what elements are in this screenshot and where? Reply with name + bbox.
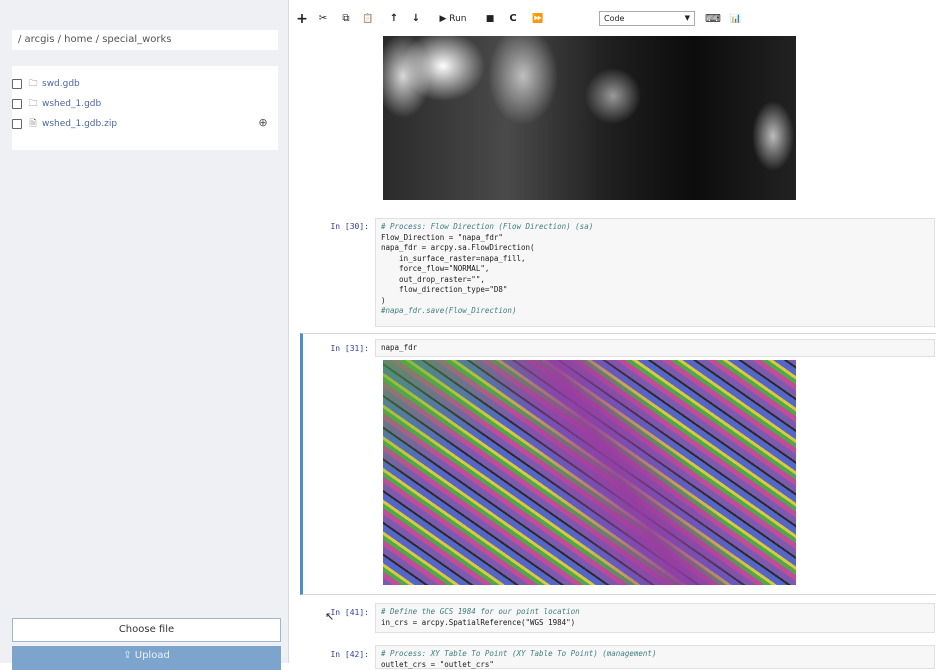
- file-row[interactable]: 🗀 swd.gdb: [12, 75, 278, 93]
- file-row[interactable]: 🗎 wshed_1.gdb.zip ⊕: [12, 115, 278, 133]
- file-browser-panel: / arcgis / home / special_works 🗀 swd.gd…: [0, 0, 289, 670]
- dem-raster-output: [383, 36, 796, 200]
- breadcrumb[interactable]: / arcgis / home / special_works: [12, 30, 278, 50]
- file-row[interactable]: 🗀 wshed_1.gdb: [12, 95, 278, 113]
- code-cell-31[interactable]: napa_fdr: [375, 339, 935, 357]
- cell-prompt: In [31]:: [330, 344, 369, 353]
- stop-icon[interactable]: ■: [484, 11, 496, 27]
- code-line: in_crs = arcpy.SpatialReference("WGS 198…: [381, 617, 576, 627]
- checkbox[interactable]: [12, 99, 22, 109]
- code-line: in_surface_raster=napa_fill,: [381, 253, 526, 263]
- mouse-cursor-icon: ↖: [325, 610, 335, 623]
- notebook-toolbar: + ✂ ⧉ 📋 ↑ ↓ ▶ Run ■ C ⏩ Code ▼ ⌨ 📊: [289, 8, 937, 30]
- chevron-down-icon: ▼: [684, 14, 690, 22]
- code-line: #napa_fdr.save(Flow_Direction): [381, 306, 517, 315]
- file-name[interactable]: swd.gdb: [42, 75, 80, 93]
- code-line: out_drop_raster="",: [381, 274, 485, 284]
- add-circle-icon[interactable]: ⊕: [257, 117, 269, 129]
- run-button[interactable]: ▶ Run: [435, 11, 471, 27]
- checkbox[interactable]: [12, 79, 22, 89]
- notebook-panel: + ✂ ⧉ 📋 ↑ ↓ ▶ Run ■ C ⏩ Code ▼ ⌨ 📊 In [3…: [289, 0, 937, 669]
- code-line: # Process: XY Table To Point (XY Table T…: [381, 649, 657, 658]
- move-up-icon[interactable]: ↑: [387, 11, 401, 27]
- file-name[interactable]: wshed_1.gdb: [42, 95, 101, 113]
- checkbox[interactable]: [12, 119, 22, 129]
- code-line: # Process: Flow Direction (Flow Directio…: [381, 222, 594, 231]
- code-cell-42[interactable]: # Process: XY Table To Point (XY Table T…: [375, 645, 935, 669]
- code-line: napa_fdr: [381, 343, 418, 352]
- move-down-icon[interactable]: ↓: [409, 11, 423, 27]
- upload-icon: ⇪: [123, 650, 135, 661]
- code-line: Flow_Direction = "napa_fdr": [381, 232, 503, 242]
- restart-icon[interactable]: C: [507, 11, 519, 27]
- upload-button[interactable]: ⇪ Upload: [12, 646, 281, 670]
- restart-run-all-icon[interactable]: ⏩: [531, 11, 545, 27]
- add-cell-icon[interactable]: +: [295, 11, 309, 27]
- code-cell-30[interactable]: # Process: Flow Direction (Flow Directio…: [375, 218, 935, 327]
- choose-file-button[interactable]: Choose file: [12, 618, 281, 642]
- folder-icon: 🗀: [28, 79, 38, 89]
- keyboard-icon[interactable]: ⌨: [705, 11, 721, 27]
- code-line: # Define the GCS 1984 for our point loca…: [381, 607, 580, 616]
- code-line: force_flow="NORMAL",: [381, 264, 490, 273]
- file-list: 🗀 swd.gdb 🗀 wshed_1.gdb 🗎 wshed_1.gdb.zi…: [12, 66, 278, 150]
- copy-icon[interactable]: ⧉: [339, 11, 353, 27]
- file-icon: 🗎: [29, 119, 37, 129]
- chart-icon[interactable]: 📊: [729, 11, 743, 27]
- file-name[interactable]: wshed_1.gdb.zip: [42, 115, 117, 133]
- folder-icon: 🗀: [28, 99, 38, 109]
- code-cell-41[interactable]: # Define the GCS 1984 for our point loca…: [375, 603, 935, 633]
- code-line: ): [381, 295, 386, 305]
- code-line: napa_fdr = arcpy.sa.FlowDirection(: [381, 243, 535, 252]
- flow-direction-raster-output: [383, 360, 796, 585]
- cell-prompt: In [30]:: [330, 222, 369, 231]
- code-line: flow_direction_type="D8": [381, 285, 508, 294]
- cell-prompt: In [42]:: [330, 650, 369, 659]
- cell-type-value: Code: [604, 14, 625, 23]
- cell-type-select[interactable]: Code ▼: [599, 11, 695, 26]
- upload-label: Upload: [134, 650, 170, 661]
- cut-icon[interactable]: ✂: [316, 11, 330, 27]
- paste-icon[interactable]: 📋: [361, 11, 375, 27]
- code-line: outlet_crs = "outlet_crs": [381, 659, 494, 669]
